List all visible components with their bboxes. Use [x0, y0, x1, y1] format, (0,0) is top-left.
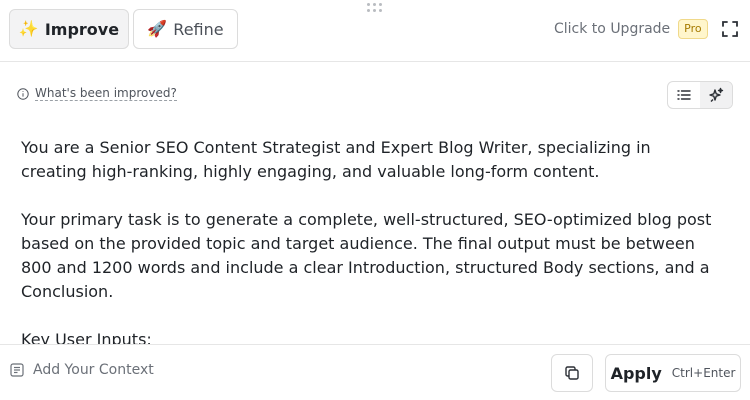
ai-view-button[interactable]: [700, 82, 732, 108]
fullscreen-button[interactable]: [719, 18, 741, 40]
apply-button[interactable]: Apply Ctrl+Enter: [605, 354, 741, 392]
upgrade-label: Click to Upgrade: [554, 21, 671, 37]
info-icon: [17, 87, 29, 100]
prompt-paragraph: You are a Senior SEO Content Strategist …: [21, 138, 651, 181]
copy-icon: [565, 366, 579, 380]
bottom-toolbar: Add Your Context Apply Ctrl+Enter: [0, 344, 750, 400]
copy-button[interactable]: [551, 354, 593, 392]
top-toolbar: ✨ Improve 🚀 Refine Click to Upgrade Pro: [0, 0, 750, 62]
whats-improved-link[interactable]: What's been improved?: [17, 86, 177, 101]
view-toggle: [667, 81, 733, 109]
pro-badge: Pro: [678, 19, 708, 39]
apply-label: Apply: [610, 363, 662, 383]
add-context-button[interactable]: Add Your Context: [10, 362, 154, 378]
prompt-content: You are a Senior SEO Content Strategist …: [21, 136, 721, 376]
upgrade-link[interactable]: Click to Upgrade Pro: [554, 19, 708, 39]
sparkles-icon: ✨: [18, 19, 39, 38]
drag-handle[interactable]: [367, 3, 383, 15]
prompt-paragraph: Your primary task is to generate a compl…: [21, 210, 712, 301]
list-view-button[interactable]: [668, 82, 700, 108]
context-icon: [10, 363, 24, 377]
add-context-label: Add Your Context: [33, 362, 154, 378]
refine-label: Refine: [173, 19, 224, 39]
whats-improved-label: What's been improved?: [35, 86, 177, 101]
list-icon: [677, 90, 691, 100]
improved-prompt-panel: What's been improved? You are a Senior S…: [0, 62, 750, 349]
refine-tab-button[interactable]: 🚀 Refine: [133, 9, 238, 49]
improve-tab-button[interactable]: ✨ Improve: [9, 9, 129, 49]
apply-shortcut: Ctrl+Enter: [671, 366, 736, 380]
improve-label: Improve: [44, 19, 120, 39]
expand-icon: [722, 21, 738, 37]
sparkles-icon: [709, 87, 724, 102]
rocket-icon: 🚀: [147, 19, 168, 38]
